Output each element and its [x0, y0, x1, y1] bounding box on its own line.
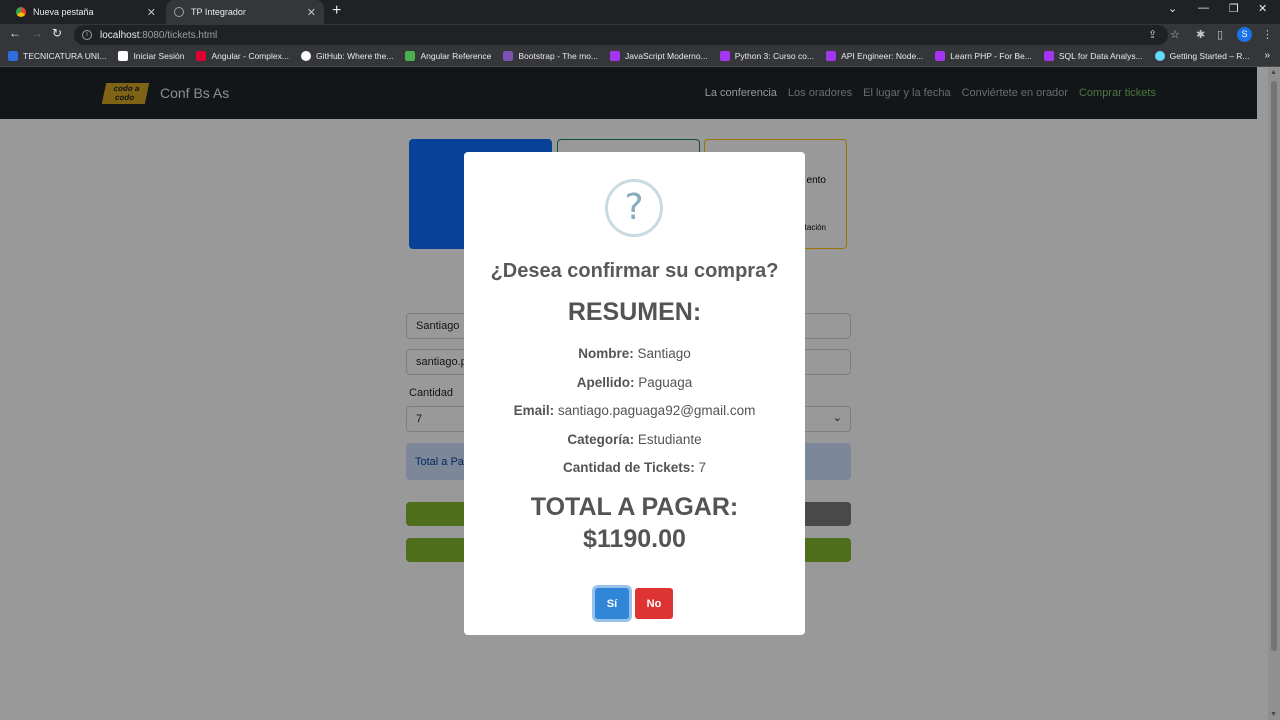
bookmark-icon [8, 51, 18, 61]
bookmark-icon [118, 51, 129, 61]
close-icon[interactable]: ✕ [307, 6, 316, 19]
bookmark-item[interactable]: Getting Started – R... [1154, 51, 1250, 61]
bookmarks-overflow-icon[interactable]: » [1264, 50, 1270, 61]
tab-search-icon[interactable]: ⌄ [1168, 2, 1177, 15]
bookmark-item[interactable]: Iniciar Sesión [118, 51, 184, 61]
summary-row-email: Email: santiago.paguaga92@gmail.com [464, 403, 805, 418]
restore-icon[interactable]: ❐ [1229, 2, 1239, 15]
row-label: Cantidad de Tickets: [562, 460, 695, 475]
chrome-icon [16, 7, 26, 17]
bookmark-item[interactable]: API Engineer: Node... [826, 51, 923, 61]
summary-row-apellido: Apellido: Paguaga [464, 375, 805, 390]
summary-row-nombre: Nombre: Santiago [464, 346, 805, 361]
menu-icon[interactable]: ⋮ [1262, 28, 1273, 41]
bookmark-item[interactable]: Bootstrap - The mo... [503, 51, 598, 61]
summary-row-categoria: Categoría: Estudiante [464, 432, 805, 447]
udemy-icon [826, 51, 837, 61]
globe-icon [174, 7, 184, 17]
udemy-icon [719, 51, 730, 61]
react-icon [1154, 51, 1165, 61]
info-icon[interactable]: i [82, 30, 92, 40]
row-label: Email: [513, 403, 555, 418]
row-label: Apellido: [576, 375, 635, 390]
question-icon: ? [605, 179, 663, 237]
close-window-icon[interactable]: ✕ [1258, 2, 1267, 15]
bookmarks-bar: TECNICATURA UNI... Iniciar Sesión Angula… [0, 46, 1280, 67]
tab-strip: Nueva pestaña ✕ TP Integrador ✕ + ⌄ — ❐ … [0, 0, 1280, 24]
browser-toolbar: ← → ↻ i localhost :8080/tickets.html ⇪ ☆… [0, 24, 1280, 46]
bookmark-item[interactable]: Angular - Complex... [196, 51, 289, 61]
total-label: TOTAL A PAGAR: [530, 493, 739, 521]
tab-label: Nueva pestaña [33, 7, 94, 17]
bookmark-item[interactable]: Angular Reference [405, 51, 491, 61]
row-label: Nombre: [578, 346, 634, 361]
forward-icon[interactable]: → [31, 26, 43, 40]
udemy-icon [610, 51, 621, 61]
back-icon[interactable]: ← [9, 26, 21, 40]
url-host: localhost [100, 29, 140, 41]
dialog-title: ¿Desea confirmar su compra? [490, 260, 779, 282]
bookmark-item[interactable]: TECNICATURA UNI... [8, 51, 106, 61]
extensions-icon[interactable]: ✱ [1196, 28, 1205, 41]
reload-icon[interactable]: ↻ [52, 26, 62, 40]
row-label: Categoría: [567, 432, 635, 447]
row-value: Estudiante [637, 432, 702, 447]
row-value: santiago.paguaga92@gmail.com [557, 403, 756, 418]
udemy-icon [935, 51, 946, 61]
tab-new-tab[interactable]: Nueva pestaña ✕ [8, 0, 164, 24]
star-icon[interactable]: ☆ [1170, 28, 1180, 41]
angular-icon [196, 51, 207, 61]
bookmark-item[interactable]: Learn PHP - For Be... [935, 51, 1032, 61]
minimize-icon[interactable]: — [1198, 2, 1209, 14]
total-value: $1190.00 [583, 525, 686, 553]
side-panel-icon[interactable]: ▯ [1217, 28, 1223, 41]
summary-row-cantidad: Cantidad de Tickets: 7 [464, 460, 805, 475]
row-value: 7 [698, 460, 707, 475]
summary-heading: RESUMEN: [567, 298, 702, 326]
avatar[interactable]: S [1237, 27, 1252, 42]
bookmark-item[interactable]: SQL for Data Analys... [1043, 51, 1143, 61]
github-icon [300, 51, 311, 61]
confirm-yes-button[interactable]: Sí [595, 588, 629, 619]
close-icon[interactable]: ✕ [147, 6, 156, 19]
row-value: Paguaga [638, 375, 693, 390]
row-value: Santiago [637, 346, 691, 361]
confirm-purchase-dialog: ? ¿Desea confirmar su compra? RESUMEN: N… [464, 152, 805, 635]
bookmark-item[interactable]: JavaScript Moderno... [610, 51, 708, 61]
udemy-icon [1043, 51, 1054, 61]
address-bar[interactable]: i localhost :8080/tickets.html [74, 25, 1168, 45]
share-icon[interactable]: ⇪ [1148, 28, 1157, 41]
confirm-no-button[interactable]: No [635, 588, 673, 619]
bookmark-icon [405, 51, 416, 61]
tab-label: TP Integrador [191, 7, 246, 17]
bootstrap-icon [503, 51, 514, 61]
total-to-pay: TOTAL A PAGAR: $1190.00 [464, 491, 805, 555]
url-path: :8080/tickets.html [139, 29, 218, 41]
tab-tp-integrador[interactable]: TP Integrador ✕ [166, 0, 324, 24]
new-tab-icon[interactable]: + [332, 2, 341, 20]
bookmark-item[interactable]: GitHub: Where the... [300, 51, 393, 61]
bookmark-item[interactable]: Python 3: Curso co... [719, 51, 814, 61]
